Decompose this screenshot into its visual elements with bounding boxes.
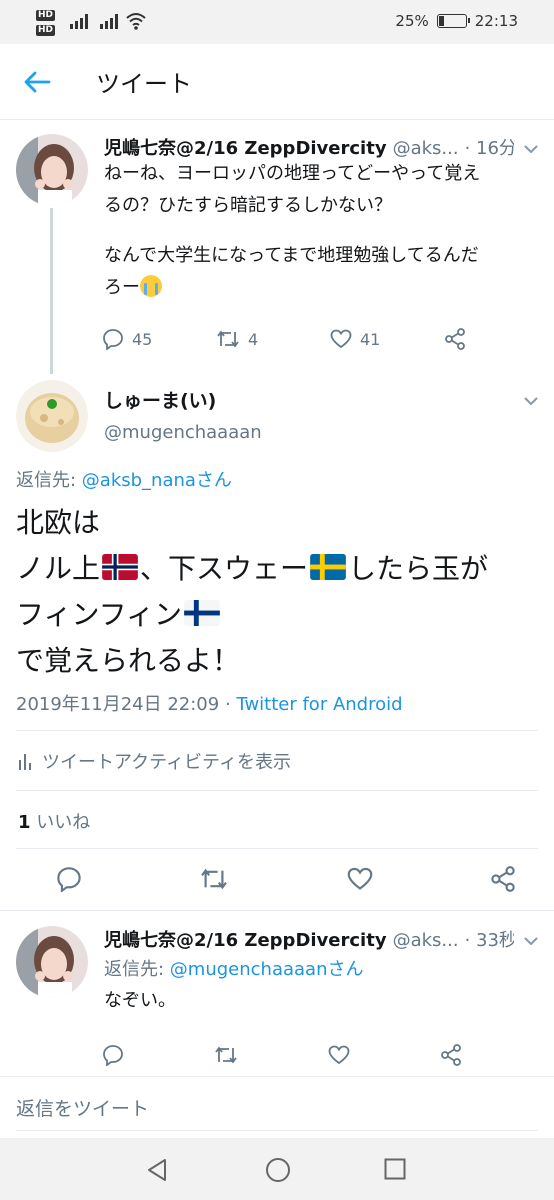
signal-icon-2 (100, 13, 118, 29)
tweet-text-line: ノル上 、下スウェー したら玉が (16, 546, 488, 592)
tweet-text-span: ろー (104, 277, 140, 298)
tweet-text-span: 、下スウェー (140, 552, 309, 585)
battery-icon (436, 14, 470, 28)
avatar[interactable] (16, 926, 88, 998)
likes-label: いいね (36, 812, 91, 833)
tweet-time: · 33秒 (464, 930, 514, 951)
chevron-down-icon[interactable] (523, 396, 539, 406)
display-name[interactable]: 児嶋七奈@2/16 ZeppDivercity (104, 134, 387, 160)
share-button[interactable] (444, 328, 466, 350)
page-title: ツイート (96, 70, 192, 98)
tweet-text-span: フィンフィン (16, 598, 183, 631)
sob-emoji-icon (140, 275, 162, 297)
avatar[interactable] (16, 380, 88, 452)
tweet-time: · 16分 (464, 138, 514, 159)
clock: 22:13 (474, 12, 518, 30)
heart-icon[interactable] (328, 1045, 350, 1065)
section-divider (0, 910, 554, 911)
tweet-text-line: 北欧は (16, 506, 101, 539)
reply-to-link[interactable]: @mugenchaaaanさん (170, 959, 364, 980)
tweet-header: 児嶋七奈@2/16 ZeppDivercity @aks... · 16分 (104, 134, 514, 160)
activity-label: ツイートアクティビティを表示 (42, 752, 291, 773)
divider (16, 730, 538, 731)
main-tweet-actions (56, 866, 516, 892)
status-bar: HD HD 25% 22:13 (0, 0, 554, 44)
meta-separator: · (224, 694, 231, 715)
reply-icon[interactable] (102, 1044, 124, 1066)
system-nav-bar (0, 1138, 554, 1200)
like-button[interactable]: 41 (330, 329, 444, 349)
retweet-count: 4 (248, 329, 259, 349)
chevron-down-icon[interactable] (523, 144, 539, 154)
avatar[interactable] (16, 134, 88, 206)
thread-connector (50, 208, 53, 374)
reply-count: 45 (132, 329, 153, 349)
share-icon[interactable] (490, 866, 516, 892)
user-handle[interactable]: @aks... (393, 930, 459, 951)
tweet-text: なぞい。 (104, 990, 176, 1011)
reply-to-link[interactable]: @aksb_nanaさん (82, 470, 232, 491)
share-icon (445, 328, 465, 350)
bar-chart-icon (19, 754, 31, 770)
user-handle[interactable]: @mugenchaaaan (104, 422, 262, 443)
display-name[interactable]: しゅーま(い) (104, 386, 216, 413)
norway-flag-icon (102, 554, 138, 580)
display-name[interactable]: 児嶋七奈@2/16 ZeppDivercity (104, 926, 387, 952)
tweet-text-span: ノル上 (16, 552, 101, 585)
user-handle[interactable]: @aks... (393, 138, 459, 159)
likes-count: 1 (18, 812, 31, 833)
reply-icon (103, 329, 123, 350)
tweet-source-link[interactable]: Twitter for Android (236, 694, 402, 715)
tweet-text-line: ねーね、ヨーロッパの地理ってどーやって覚え (104, 163, 481, 184)
tweet-header: 児嶋七奈@2/16 ZeppDivercity @aks... · 33秒 (104, 926, 514, 952)
reply-box-divider (0, 1076, 554, 1077)
reply-to-line: 返信先: @mugenchaaaanさん (104, 955, 363, 981)
tweet-date: 2019年11月24日 22:09 (16, 694, 220, 715)
tweet-text-line: なんで大学生になってまで地理勉強してるんだ (104, 245, 479, 266)
tweet-text: ねーね、ヨーロッパの地理ってどーやって覚え るの？ひたすら暗記するしかない？ な… (104, 158, 534, 304)
arrow-left-icon[interactable] (22, 68, 52, 96)
tweet-meta: 2019年11月24日 22:09 · Twitter for Android (16, 690, 403, 716)
status-right: 25% 22:13 (395, 12, 518, 30)
retweet-icon[interactable] (199, 867, 229, 891)
app-header: ツイート (0, 44, 554, 120)
retweet-icon[interactable] (214, 1045, 238, 1065)
nav-home-icon[interactable] (265, 1157, 291, 1183)
hd-badge-1: HD (36, 10, 56, 21)
signal-icon (70, 13, 88, 29)
heart-icon[interactable] (347, 867, 373, 891)
tweet-text-line: で覚えられるよ！ (16, 644, 241, 677)
heart-icon (330, 329, 352, 349)
sweden-flag-icon (310, 554, 346, 580)
reply-button[interactable]: 45 (102, 328, 216, 350)
nav-back-icon[interactable] (146, 1158, 168, 1182)
reply-to-line: 返信先: @aksb_nanaさん (16, 466, 232, 492)
reply-to-prefix: 返信先: (16, 470, 82, 491)
chevron-down-icon[interactable] (523, 936, 539, 946)
tweet-text-line-last: ろー (104, 272, 534, 304)
tweet-text-line: るの？ひたすら暗記するしかない？ (104, 195, 392, 216)
main-tweet-text: 北欧は ノル上 、下スウェー したら玉が フィンフィン で覚えられるよ！ (16, 500, 488, 684)
divider (16, 848, 538, 849)
battery-percent: 25% (395, 12, 429, 30)
like-count: 41 (360, 329, 381, 349)
tweet-activity-link[interactable]: ツイートアクティビティを表示 (18, 748, 291, 774)
tweet-actions (102, 1044, 462, 1066)
finland-flag-icon (184, 600, 220, 626)
retweet-icon (217, 330, 239, 348)
retweet-button[interactable]: 4 (216, 329, 330, 349)
nav-recents-icon[interactable] (384, 1158, 406, 1180)
reply-input-underline (16, 1130, 538, 1131)
tweet-text-span: したら玉が (348, 552, 489, 585)
hd-badge-2: HD (36, 25, 56, 36)
likes-summary[interactable]: 1 いいね (18, 808, 90, 834)
reply-input[interactable]: 返信をツイート (16, 1094, 149, 1121)
tweet-text-line: フィンフィン (16, 592, 488, 638)
tweet-actions: 45 4 41 (102, 328, 466, 350)
divider (16, 790, 538, 791)
reply-icon[interactable] (56, 866, 82, 892)
wifi-icon (126, 13, 146, 30)
reply-to-prefix: 返信先: (104, 959, 170, 980)
share-icon[interactable] (440, 1044, 462, 1066)
